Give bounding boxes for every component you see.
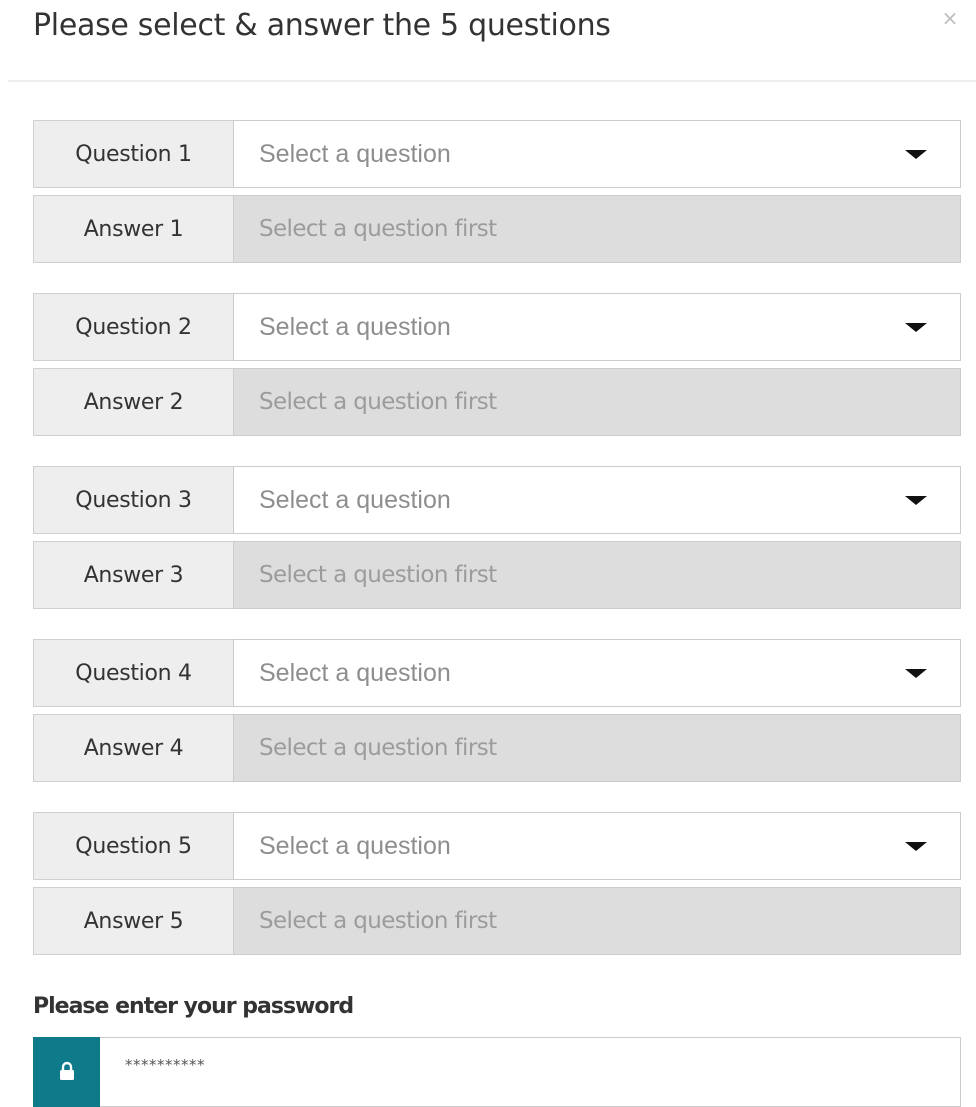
question-select-1[interactable]: Select a question [233,120,961,188]
answer-placeholder-4: Select a question first [259,735,497,761]
answer-input-4[interactable]: Select a question first [233,714,961,782]
question-select-5[interactable]: Select a question [233,812,961,880]
answer-label-4: Answer 4 [33,714,233,782]
question-select-value-5: Select a question [259,831,451,860]
question-group-4: Question 4 Select a question Answer 4 Se… [33,639,961,782]
question-row-4: Question 4 Select a question [33,639,961,707]
question-group-1: Question 1 Select a question Answer 1 Se… [33,120,961,263]
question-label-4: Question 4 [33,639,233,707]
question-select-2[interactable]: Select a question [233,293,961,361]
answer-row-4: Answer 4 Select a question first [33,714,961,782]
answer-row-2: Answer 2 Select a question first [33,368,961,436]
caret-down-icon [905,842,927,851]
question-select-value-3: Select a question [259,485,451,514]
question-row-1: Question 1 Select a question [33,120,961,188]
question-row-5: Question 5 Select a question [33,812,961,880]
answer-placeholder-1: Select a question first [259,216,497,242]
modal-title: Please select & answer the 5 questions [33,8,611,43]
caret-down-icon [905,669,927,678]
answer-placeholder-3: Select a question first [259,562,497,588]
question-select-4[interactable]: Select a question [233,639,961,707]
answer-label-5: Answer 5 [33,887,233,955]
question-group-2: Question 2 Select a question Answer 2 Se… [33,293,961,436]
question-select-3[interactable]: Select a question [233,466,961,534]
modal-header: Please select & answer the 5 questions × [0,0,976,82]
question-row-3: Question 3 Select a question [33,466,961,534]
question-label-1: Question 1 [33,120,233,188]
answer-row-1: Answer 1 Select a question first [33,195,961,263]
question-row-2: Question 2 Select a question [33,293,961,361]
question-select-value-1: Select a question [259,139,451,168]
question-label-2: Question 2 [33,293,233,361]
close-button[interactable]: × [937,6,963,32]
password-field-group: ********** [33,1037,961,1107]
header-divider [8,80,976,82]
answer-placeholder-5: Select a question first [259,908,497,934]
password-addon [33,1037,100,1107]
question-label-5: Question 5 [33,812,233,880]
answer-row-5: Answer 5 Select a question first [33,887,961,955]
question-group-5: Question 5 Select a question Answer 5 Se… [33,812,961,955]
answer-row-3: Answer 3 Select a question first [33,541,961,609]
password-label: Please enter your password [33,994,354,1019]
caret-down-icon [905,496,927,505]
lock-icon [60,1061,74,1080]
caret-down-icon [905,150,927,159]
answer-label-3: Answer 3 [33,541,233,609]
password-value: ********** [125,1056,205,1074]
answer-label-2: Answer 2 [33,368,233,436]
answer-input-5[interactable]: Select a question first [233,887,961,955]
question-select-value-2: Select a question [259,312,451,341]
caret-down-icon [905,323,927,332]
answer-input-1[interactable]: Select a question first [233,195,961,263]
answer-input-3[interactable]: Select a question first [233,541,961,609]
answer-input-2[interactable]: Select a question first [233,368,961,436]
answer-placeholder-2: Select a question first [259,389,497,415]
question-group-3: Question 3 Select a question Answer 3 Se… [33,466,961,609]
question-select-value-4: Select a question [259,658,451,687]
question-list: Question 1 Select a question Answer 1 Se… [33,120,961,985]
question-label-3: Question 3 [33,466,233,534]
password-input[interactable]: ********** [100,1037,961,1107]
answer-label-1: Answer 1 [33,195,233,263]
